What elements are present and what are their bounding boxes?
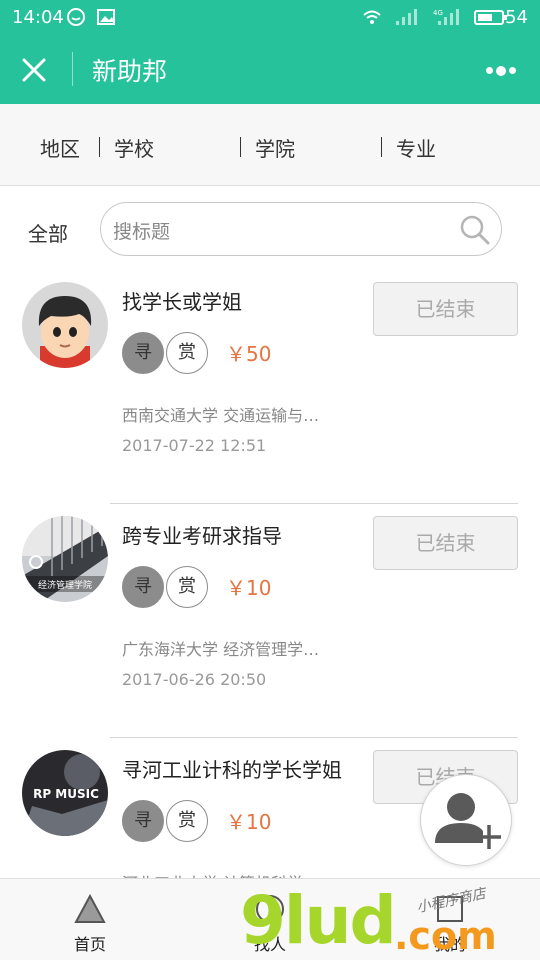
image-icon — [97, 9, 115, 25]
avatar: 经济管理学院 — [22, 516, 108, 602]
svg-text:4G: 4G — [433, 9, 443, 17]
reward-amount: ￥10 — [226, 576, 272, 600]
reward-badge: 赏 — [166, 566, 208, 608]
page-title: 新助邦 — [92, 57, 168, 86]
status-button[interactable]: 已结束 — [373, 282, 518, 336]
reward-badge: 赏 — [166, 800, 208, 842]
seek-badge: 寻 — [122, 566, 164, 608]
search-placeholder: 搜标题 — [113, 221, 171, 243]
nav-label-find: 找人 — [253, 935, 286, 954]
search-icon[interactable] — [459, 214, 491, 246]
battery-level: 54 — [505, 7, 528, 28]
title-divider — [72, 52, 73, 86]
reward-badge: 赏 — [166, 332, 208, 374]
nav-profile[interactable]: 我的 — [360, 879, 540, 960]
filter-college[interactable]: 学院 — [255, 133, 295, 162]
all-filter[interactable]: 全部 — [28, 218, 68, 247]
search-input[interactable]: 搜标题 — [100, 202, 502, 256]
search-row: 全部 搜标题 — [0, 186, 540, 270]
more-icon[interactable] — [486, 60, 522, 76]
close-icon[interactable] — [18, 54, 50, 86]
nav-home[interactable]: 首页 — [0, 879, 180, 960]
app-page: 14:04 4G 54 新助邦 地区 学校 学院 专业 全部 搜标题 找学长或学… — [0, 0, 540, 960]
post-date: 2017-07-22 12:51 — [122, 436, 267, 455]
bottom-nav: 首页 找人 我的 — [0, 878, 540, 960]
title-bar: 新助邦 — [0, 34, 540, 104]
battery-icon — [474, 10, 507, 25]
post-date: 2017-06-26 20:50 — [122, 670, 267, 689]
task-title: 跨专业考研求指导 — [122, 524, 282, 548]
filter-separator — [381, 137, 382, 157]
seek-badge: 寻 — [122, 800, 164, 842]
avatar: RP MUSIC — [22, 750, 108, 836]
nav-find-person[interactable]: 找人 — [180, 879, 360, 960]
home-triangle-icon — [74, 893, 106, 923]
list-item[interactable]: 找学长或学姐 已结束 寻 赏 ￥50 西南交通大学 交通运输与… 2017-07… — [0, 270, 540, 504]
add-user-icon — [435, 793, 501, 849]
reward-amount: ￥50 — [226, 342, 272, 366]
status-button[interactable]: 已结束 — [373, 516, 518, 570]
filter-major[interactable]: 专业 — [396, 133, 436, 162]
profile-icon — [437, 896, 463, 922]
seek-badge: 寻 — [122, 332, 164, 374]
list-item[interactable]: 经济管理学院 跨专业考研求指导 已结束 寻 赏 ￥10 广东海洋大学 经济管理学… — [0, 504, 540, 738]
filter-bar: 地区 学校 学院 专业 — [0, 104, 540, 186]
add-user-button[interactable] — [420, 774, 512, 866]
find-person-icon — [256, 895, 284, 923]
school-text: 广东海洋大学 经济管理学… — [122, 640, 320, 659]
avatar-caption: RP MUSIC — [33, 787, 99, 801]
school-text: 西南交通大学 交通运输与… — [122, 406, 320, 425]
avatar — [22, 282, 108, 368]
nav-label-home: 首页 — [73, 935, 106, 954]
filter-region[interactable]: 地区 — [40, 133, 80, 162]
filter-separator — [99, 137, 100, 157]
status-time: 14:04 — [12, 7, 64, 28]
avatar-caption: 经济管理学院 — [38, 579, 92, 591]
4g-signal-icon: 4G — [433, 9, 459, 25]
wifi-icon — [363, 10, 381, 24]
wechat-bubble-icon — [67, 8, 85, 26]
signal-icon — [396, 9, 417, 25]
nav-label-me: 我的 — [433, 935, 466, 954]
filter-school[interactable]: 学校 — [114, 133, 154, 162]
filter-separator — [240, 137, 241, 157]
task-title: 寻河工业计科的学长学姐 — [122, 758, 342, 782]
task-title: 找学长或学姐 — [122, 290, 242, 314]
status-bar: 14:04 4G 54 — [0, 0, 540, 34]
reward-amount: ￥10 — [226, 810, 272, 834]
